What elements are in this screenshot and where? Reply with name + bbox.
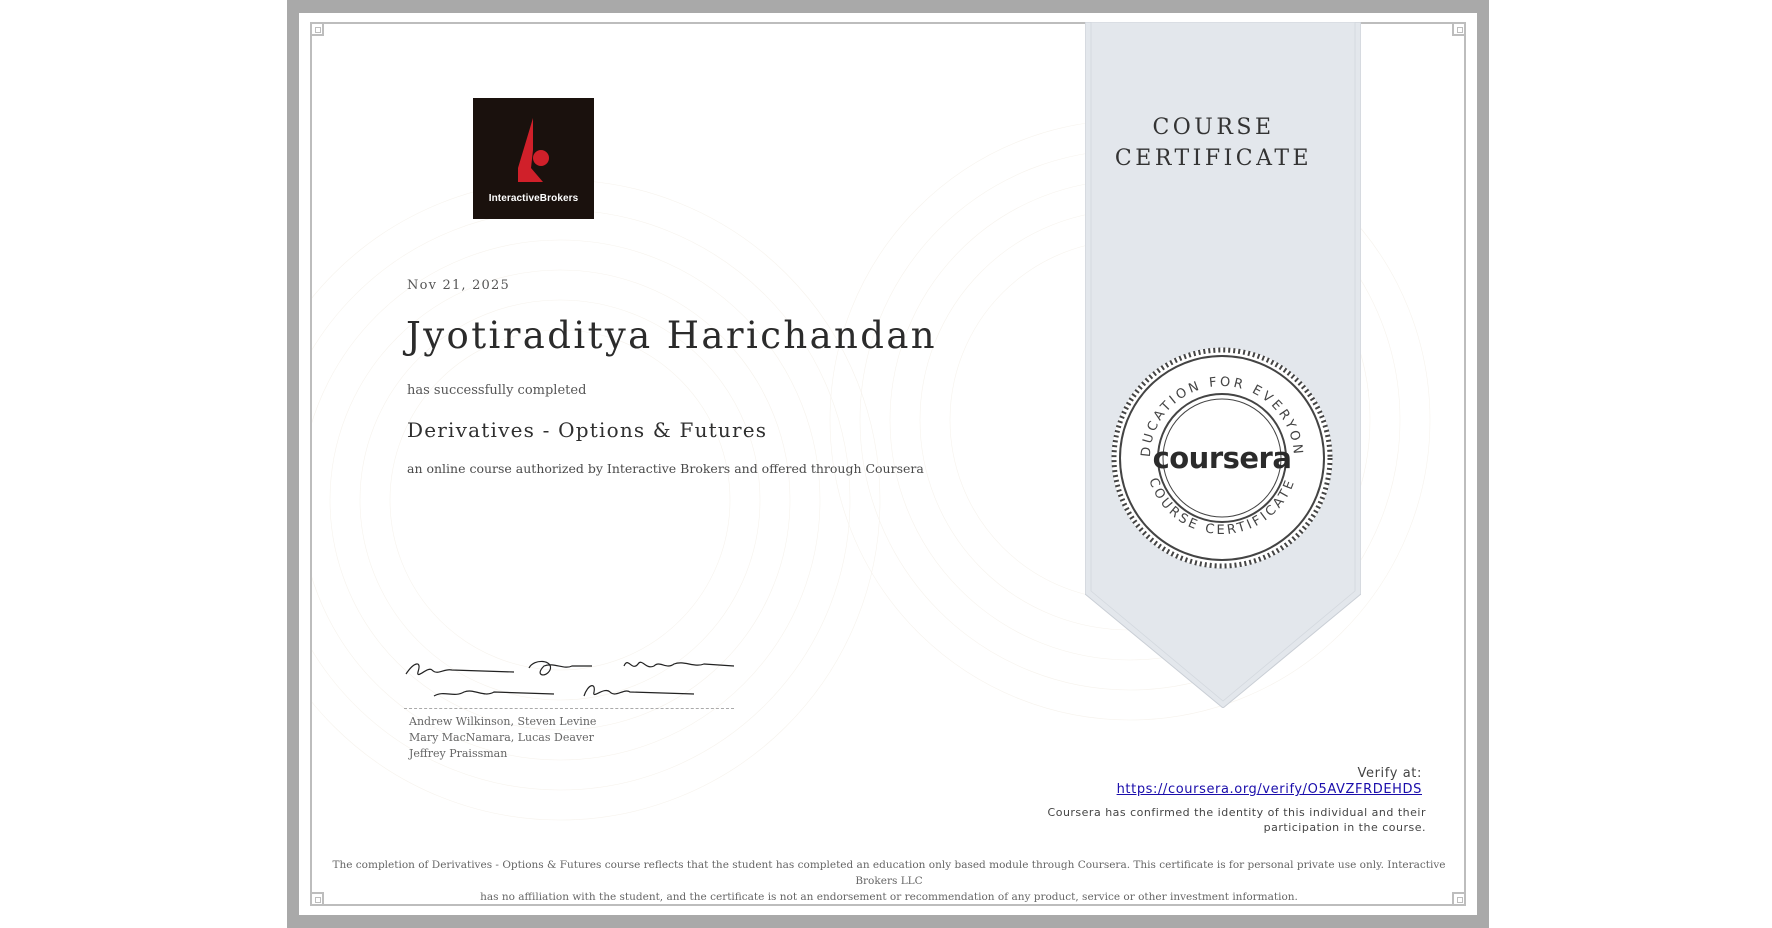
disclaimer: The completion of Derivatives - Options … — [330, 857, 1448, 905]
signer-line: Jeffrey Praissman — [409, 747, 508, 760]
corner-ornament-top-right — [1452, 22, 1466, 36]
corner-ornament-bottom-right — [1452, 892, 1466, 906]
disclaimer-line: The completion of Derivatives - Options … — [332, 859, 1446, 887]
verify-block: Verify at: https://coursera.org/verify/O… — [1117, 766, 1422, 797]
signer-line: Andrew Wilkinson, Steven Levine — [409, 715, 597, 728]
verify-link[interactable]: https://coursera.org/verify/O5AVZFRDEHDS — [1117, 782, 1422, 797]
completion-phrase: has successfully completed — [407, 383, 587, 398]
ribbon-title: COURSE CERTIFICATE — [1085, 112, 1342, 174]
recipient-name: Jyotiraditya Harichandan — [406, 314, 938, 357]
signers-list: Andrew Wilkinson, Steven Levine Mary Mac… — [409, 714, 596, 762]
identity-confirmation: Coursera has confirmed the identity of t… — [1026, 805, 1426, 835]
signature-divider — [404, 708, 734, 709]
corner-ornament-bottom-left — [310, 892, 324, 906]
course-name: Derivatives - Options & Futures — [407, 418, 768, 442]
coursera-seal: EDUCATION FOR EVERYONE COURSE CERTIFICAT… — [1110, 346, 1333, 569]
issue-date: Nov 21, 2025 — [407, 278, 510, 293]
logo-wordmark: InteractiveBrokers — [488, 193, 579, 204]
signatures-image — [405, 660, 735, 697]
corner-ornament-top-left — [310, 22, 324, 36]
interactive-brokers-logo: InteractiveBrokers — [473, 98, 594, 219]
ribbon-title-line: COURSE — [1152, 115, 1275, 140]
confirm-line: participation in the course. — [1263, 821, 1426, 834]
disclaimer-line: has no affiliation with the student, and… — [480, 891, 1298, 903]
course-description: an online course authorized by Interacti… — [407, 461, 924, 476]
verify-label: Verify at: — [1357, 766, 1422, 781]
confirm-line: Coursera has confirmed the identity of t… — [1047, 806, 1426, 819]
ribbon-title-line: CERTIFICATE — [1114, 146, 1313, 171]
signer-line: Mary MacNamara, Lucas Deaver — [409, 731, 594, 744]
seal-wordmark: coursera — [1153, 441, 1292, 475]
